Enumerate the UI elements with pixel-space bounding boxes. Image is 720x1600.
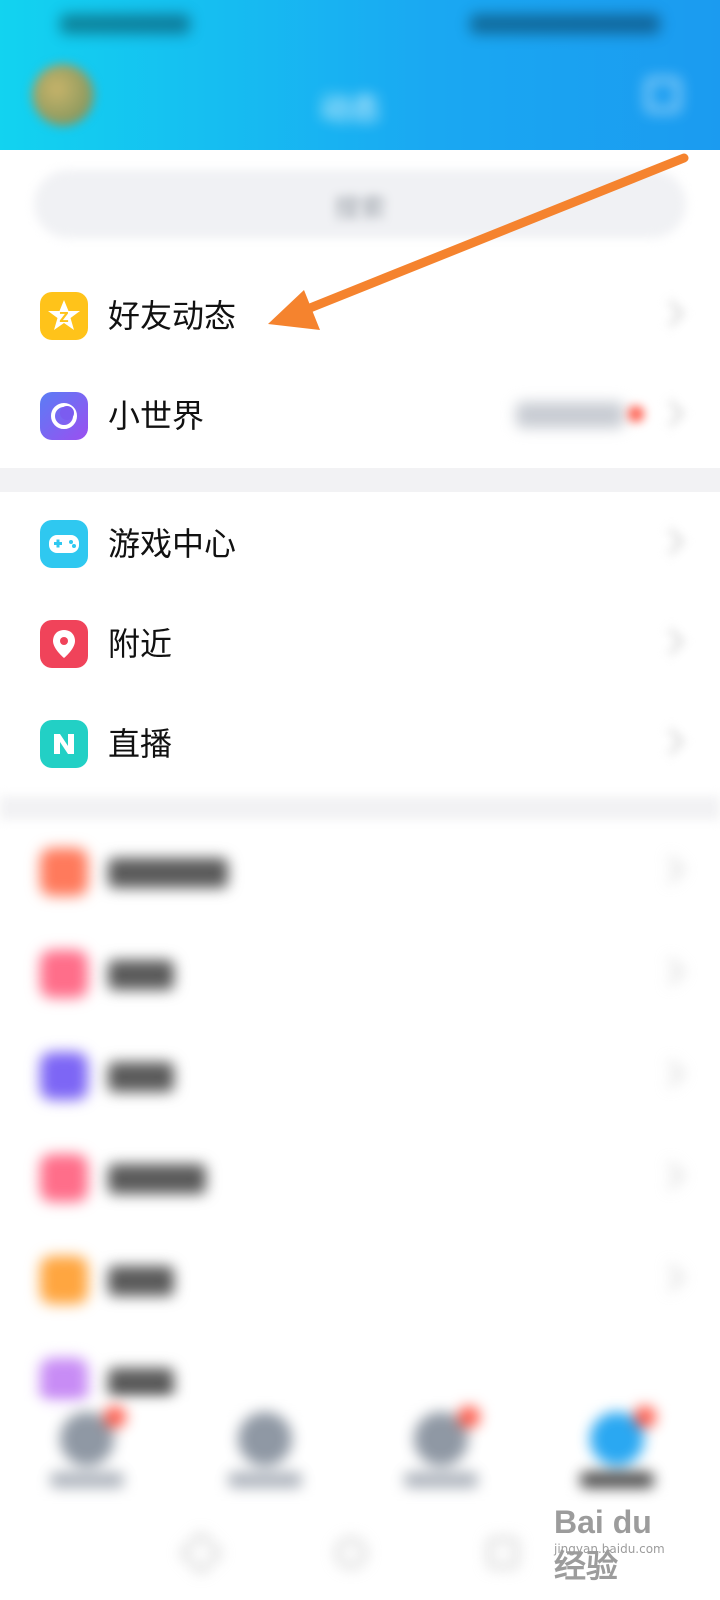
watermark-url: jingyan.baidu.com bbox=[554, 1542, 665, 1556]
baidu-watermark: Bai du 经验 jingyan.baidu.com bbox=[554, 1504, 684, 1584]
annotation-arrow bbox=[268, 153, 689, 330]
